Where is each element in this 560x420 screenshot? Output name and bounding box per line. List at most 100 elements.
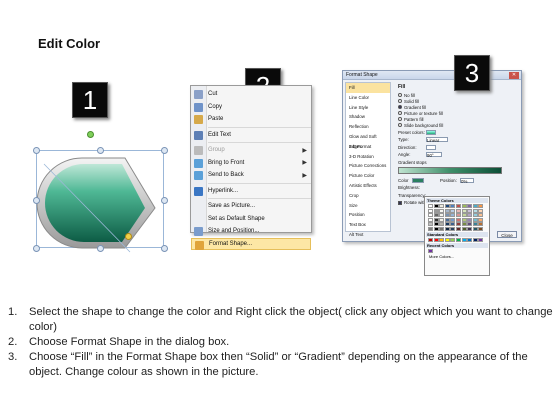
color-swatch[interactable] [450,204,456,208]
color-swatch[interactable] [455,213,461,218]
color-swatch[interactable] [467,204,473,208]
color-swatch[interactable] [461,204,467,208]
color-swatch[interactable] [433,208,439,213]
more-colors-link[interactable]: More Colors... [426,254,488,259]
category-picture-color[interactable]: Picture Color [346,171,390,181]
color-swatch[interactable] [428,226,433,231]
color-swatch[interactable] [478,204,484,208]
color-swatch[interactable] [461,226,467,231]
color-swatch[interactable] [472,213,478,218]
category-size[interactable]: Size [346,201,390,211]
category-line-color[interactable]: Line Color [346,93,390,103]
menu-item-bring-to-front[interactable]: Bring to Front ▶ [191,157,311,170]
resize-handle[interactable] [33,147,40,154]
resize-handle[interactable] [33,245,40,252]
category-text-box[interactable]: Text Box [346,220,390,230]
rotate-handle[interactable] [87,131,94,138]
color-swatch[interactable] [428,237,433,242]
category-3-d-rotation[interactable]: 3-D Rotation [346,152,390,162]
color-swatch[interactable] [428,213,433,218]
preset-colors-dropdown[interactable] [426,129,436,135]
position-input[interactable]: 0% [460,177,474,184]
fill-option-slide-background-fill[interactable]: Slide background fill [398,122,516,128]
color-swatch[interactable] [467,217,473,222]
color-swatch[interactable] [428,222,433,227]
menu-item-paste[interactable]: Paste [191,113,311,126]
category-position[interactable]: Position [346,210,390,220]
color-swatch[interactable] [444,226,450,231]
color-swatch[interactable] [439,204,445,208]
color-swatch[interactable] [455,208,461,213]
color-swatch[interactable] [467,237,473,242]
color-swatch[interactable] [467,208,473,213]
color-swatch[interactable] [478,226,484,231]
angle-input[interactable]: 90° [426,152,442,158]
color-swatch[interactable] [450,213,456,218]
menu-item-hyperlink[interactable]: Hyperlink... [191,185,311,198]
color-swatch[interactable] [428,217,433,222]
color-swatch[interactable] [478,217,484,222]
color-swatch[interactable] [444,204,450,208]
color-swatch[interactable] [428,248,433,253]
color-swatch[interactable] [433,204,439,208]
category-picture-corrections[interactable]: Picture Corrections [346,161,390,171]
resize-handle[interactable] [161,197,168,204]
color-swatch[interactable] [472,237,478,242]
close-button[interactable]: Close [497,231,517,238]
color-swatch[interactable] [439,222,445,227]
color-swatch[interactable] [461,237,467,242]
category-artistic-effects[interactable]: Artistic Effects [346,181,390,191]
category-crop[interactable]: Crop [346,191,390,201]
menu-item-edit-text[interactable]: Edit Text [191,129,311,142]
color-swatch[interactable] [428,208,433,213]
resize-handle[interactable] [97,147,104,154]
color-swatch[interactable] [472,208,478,213]
color-swatch[interactable] [433,237,439,242]
color-swatch[interactable] [467,222,473,227]
close-icon[interactable]: ✕ [509,72,519,79]
resize-handle[interactable] [161,147,168,154]
category-fill[interactable]: Fill [346,83,390,93]
color-swatch[interactable] [478,222,484,227]
color-swatch[interactable] [444,217,450,222]
menu-item-set-as-default-shape[interactable]: Set as Default Shape [191,213,311,226]
color-swatch[interactable] [467,226,473,231]
menu-item-group[interactable]: Group ▶ [191,144,311,157]
radio-button[interactable] [398,93,402,97]
rotate-checkbox[interactable] [398,200,402,205]
category-reflection[interactable]: Reflection [346,122,390,132]
menu-item-save-as-picture[interactable]: Save as Picture... [191,200,311,213]
color-swatch[interactable] [428,204,433,208]
category-glow-and-soft-edges[interactable]: Glow and Soft Edges [346,132,390,149]
category-3-d-format[interactable]: 3-D Format [346,142,390,152]
adjust-handle[interactable] [125,233,132,240]
category-alt-text[interactable]: Alt Text [346,230,390,240]
menu-item-cut[interactable]: Cut [191,88,311,101]
resize-handle[interactable] [33,197,40,204]
category-shadow[interactable]: Shadow [346,112,390,122]
color-swatch[interactable] [433,213,439,218]
color-swatch[interactable] [478,237,484,242]
color-swatch[interactable] [444,222,450,227]
color-swatch[interactable] [439,217,445,222]
color-swatch[interactable] [455,204,461,208]
color-swatch[interactable] [461,213,467,218]
color-swatch[interactable] [439,226,445,231]
radio-button[interactable] [398,111,402,115]
type-dropdown[interactable]: Linear [426,137,448,143]
color-swatch[interactable] [450,208,456,213]
radio-button[interactable] [398,99,402,103]
color-swatch[interactable] [472,222,478,227]
menu-item-send-to-back[interactable]: Send to Back ▶ [191,169,311,182]
resize-handle[interactable] [97,245,104,252]
color-swatch[interactable] [433,217,439,222]
color-swatch[interactable] [467,213,473,218]
category-line-style[interactable]: Line Style [346,103,390,113]
color-swatch[interactable] [478,208,484,213]
color-swatch[interactable] [444,237,450,242]
color-swatch[interactable] [472,226,478,231]
color-swatch[interactable] [444,208,450,213]
color-swatch[interactable] [433,222,439,227]
color-swatch[interactable] [455,237,461,242]
radio-button[interactable] [398,105,402,109]
